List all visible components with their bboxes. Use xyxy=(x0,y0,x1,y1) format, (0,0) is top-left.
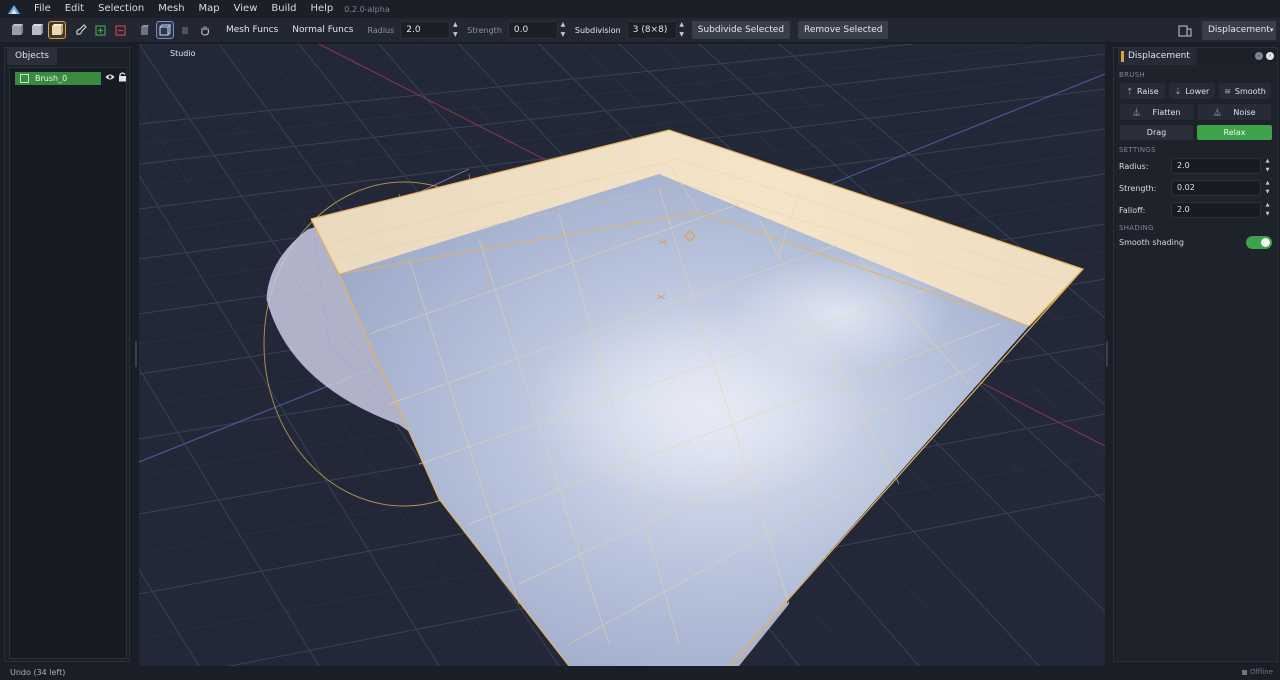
mesh-highlight-2 xyxy=(729,254,949,374)
expand-icon[interactable]: › xyxy=(1266,52,1274,60)
object-name: Brush_0 xyxy=(35,74,68,83)
add-green-icon[interactable] xyxy=(92,21,110,39)
viewport-scene[interactable] xyxy=(139,44,1105,666)
offline-icon xyxy=(1242,669,1248,675)
subdivide-selected-button[interactable]: Subdivide Selected xyxy=(691,21,791,39)
tab-objects[interactable]: Objects xyxy=(7,48,58,65)
smooth-shading-label: Smooth shading xyxy=(1119,238,1184,247)
tab-displacement[interactable]: Displacement xyxy=(1118,48,1197,65)
relax-mode-button[interactable]: Relax xyxy=(1197,125,1272,140)
noise-icon: ⏅ xyxy=(1213,107,1222,117)
menu-build[interactable]: Build xyxy=(264,0,303,18)
flatten-brush-button[interactable]: ⏅ Flatten xyxy=(1120,104,1193,120)
collapse-icon[interactable]: ‹ xyxy=(1255,52,1263,60)
strength-label: Strength xyxy=(467,25,502,35)
cube-flat-icon[interactable] xyxy=(28,21,46,39)
app-logo-icon xyxy=(8,5,20,14)
mode-dropdown-value: Displacement xyxy=(1208,25,1270,35)
falloff-field[interactable]: 2.0 xyxy=(1171,202,1261,218)
objects-list: Brush_0 xyxy=(9,67,127,659)
menu-mesh[interactable]: Mesh xyxy=(151,0,191,18)
lower-label: Lower xyxy=(1185,86,1210,96)
radius-label: Radius xyxy=(367,25,395,35)
menu-selection[interactable]: Selection xyxy=(91,0,151,18)
menu-bar: File Edit Selection Mesh Map View Build … xyxy=(0,0,1280,18)
cube-solid-icon[interactable] xyxy=(8,21,26,39)
hand-icon[interactable] xyxy=(196,21,214,39)
menu-file[interactable]: File xyxy=(27,0,58,18)
panel-toggle-icon[interactable] xyxy=(1178,25,1192,37)
mode-dropdown[interactable]: Displacement ▾ xyxy=(1202,21,1276,40)
menu-view[interactable]: View xyxy=(227,0,265,18)
radius-field-stepper[interactable]: ▲ ▼ xyxy=(1264,158,1271,174)
lower-icon: ⇣ xyxy=(1174,86,1182,96)
falloff-field-stepper[interactable]: ▲ ▼ xyxy=(1264,202,1271,218)
menu-help[interactable]: Help xyxy=(303,0,340,18)
object-mesh-icon xyxy=(20,74,29,83)
lock-icon[interactable] xyxy=(118,72,127,82)
radius-stepper[interactable]: ▲ ▼ xyxy=(451,21,459,39)
app-version: 0.2.0-alpha xyxy=(344,4,390,14)
undo-status: Undo (34 left) xyxy=(10,668,66,677)
wireframe-icon[interactable] xyxy=(156,21,174,39)
menu-edit[interactable]: Edit xyxy=(58,0,91,18)
remove-selected-button[interactable]: Remove Selected xyxy=(798,21,889,39)
noise-label: Noise xyxy=(1233,107,1256,117)
subdivision-label: Subdivision xyxy=(574,25,621,35)
strength-input[interactable]: 0.0 xyxy=(507,21,558,39)
visibility-eye-icon[interactable] xyxy=(105,73,115,81)
radius-field-label: Radius: xyxy=(1119,162,1149,171)
displacement-panel-body: BRUSH ⇡ Raise ⇣ Lower ≋ Smooth ⏅ Flatten… xyxy=(1116,65,1275,659)
strength-field-label: Strength: xyxy=(1119,184,1157,193)
smooth-brush-button[interactable]: ≋ Smooth xyxy=(1219,83,1271,99)
strength-field-stepper[interactable]: ▲ ▼ xyxy=(1264,180,1271,196)
flatten-label: Flatten xyxy=(1152,107,1181,117)
subdivision-input[interactable]: 3 (8×8) xyxy=(626,21,677,39)
menu-map[interactable]: Map xyxy=(192,0,227,18)
flatten-icon: ⏅ xyxy=(1132,107,1141,117)
smooth-icon: ≋ xyxy=(1224,86,1231,96)
smooth-label: Smooth xyxy=(1234,86,1266,96)
subdivision-stepper[interactable]: ▲ ▼ xyxy=(678,21,686,39)
lower-brush-button[interactable]: ⇣ Lower xyxy=(1169,83,1215,99)
raise-brush-button[interactable]: ⇡ Raise xyxy=(1120,83,1165,99)
object-row-brush-0[interactable]: Brush_0 xyxy=(15,72,101,85)
normal-funcs-button[interactable]: Normal Funcs xyxy=(286,25,359,35)
falloff-field-label: Falloff: xyxy=(1119,206,1146,215)
shading-section-title: SHADING xyxy=(1119,224,1154,232)
viewport-label: Studio xyxy=(170,49,196,58)
toolbar: Mesh Funcs Normal Funcs Radius 2.0 ▲ ▼ St… xyxy=(0,18,1280,43)
viewport-3d[interactable]: Studio xyxy=(139,44,1105,666)
brush-section-title: BRUSH xyxy=(1119,71,1145,79)
cube-small-icon[interactable] xyxy=(136,21,154,39)
noise-brush-button[interactable]: ⏅ Noise xyxy=(1198,104,1271,120)
mesh-funcs-button[interactable]: Mesh Funcs xyxy=(220,25,284,35)
radius-field[interactable]: 2.0 xyxy=(1171,158,1261,174)
right-resize-handle[interactable] xyxy=(1106,341,1108,367)
remove-red-icon[interactable] xyxy=(112,21,130,39)
status-bar: Undo (34 left) Offline xyxy=(0,667,1280,680)
paint-icon[interactable] xyxy=(72,21,90,39)
raise-icon: ⇡ xyxy=(1126,86,1134,96)
chevron-down-icon: ▾ xyxy=(1269,26,1274,34)
smooth-shading-toggle[interactable] xyxy=(1246,236,1272,249)
raise-label: Raise xyxy=(1137,86,1159,96)
objects-panel: Objects Brush_0 xyxy=(4,47,130,662)
strength-stepper[interactable]: ▲ ▼ xyxy=(559,21,567,39)
strength-field[interactable]: 0.02 xyxy=(1171,180,1261,196)
left-resize-handle[interactable] xyxy=(135,341,137,367)
connection-status-text: Offline xyxy=(1250,668,1273,676)
drag-mode-button[interactable]: Drag xyxy=(1120,125,1193,140)
settings-section-title: SETTINGS xyxy=(1119,146,1156,154)
displacement-panel: Displacement ‹ › BRUSH ⇡ Raise ⇣ Lower ≋… xyxy=(1113,47,1278,662)
cube-shaded-icon[interactable] xyxy=(48,21,66,39)
radius-input[interactable]: 2.0 xyxy=(400,21,451,39)
cube-dark-icon[interactable] xyxy=(176,21,194,39)
connection-status: Offline xyxy=(1242,668,1273,676)
